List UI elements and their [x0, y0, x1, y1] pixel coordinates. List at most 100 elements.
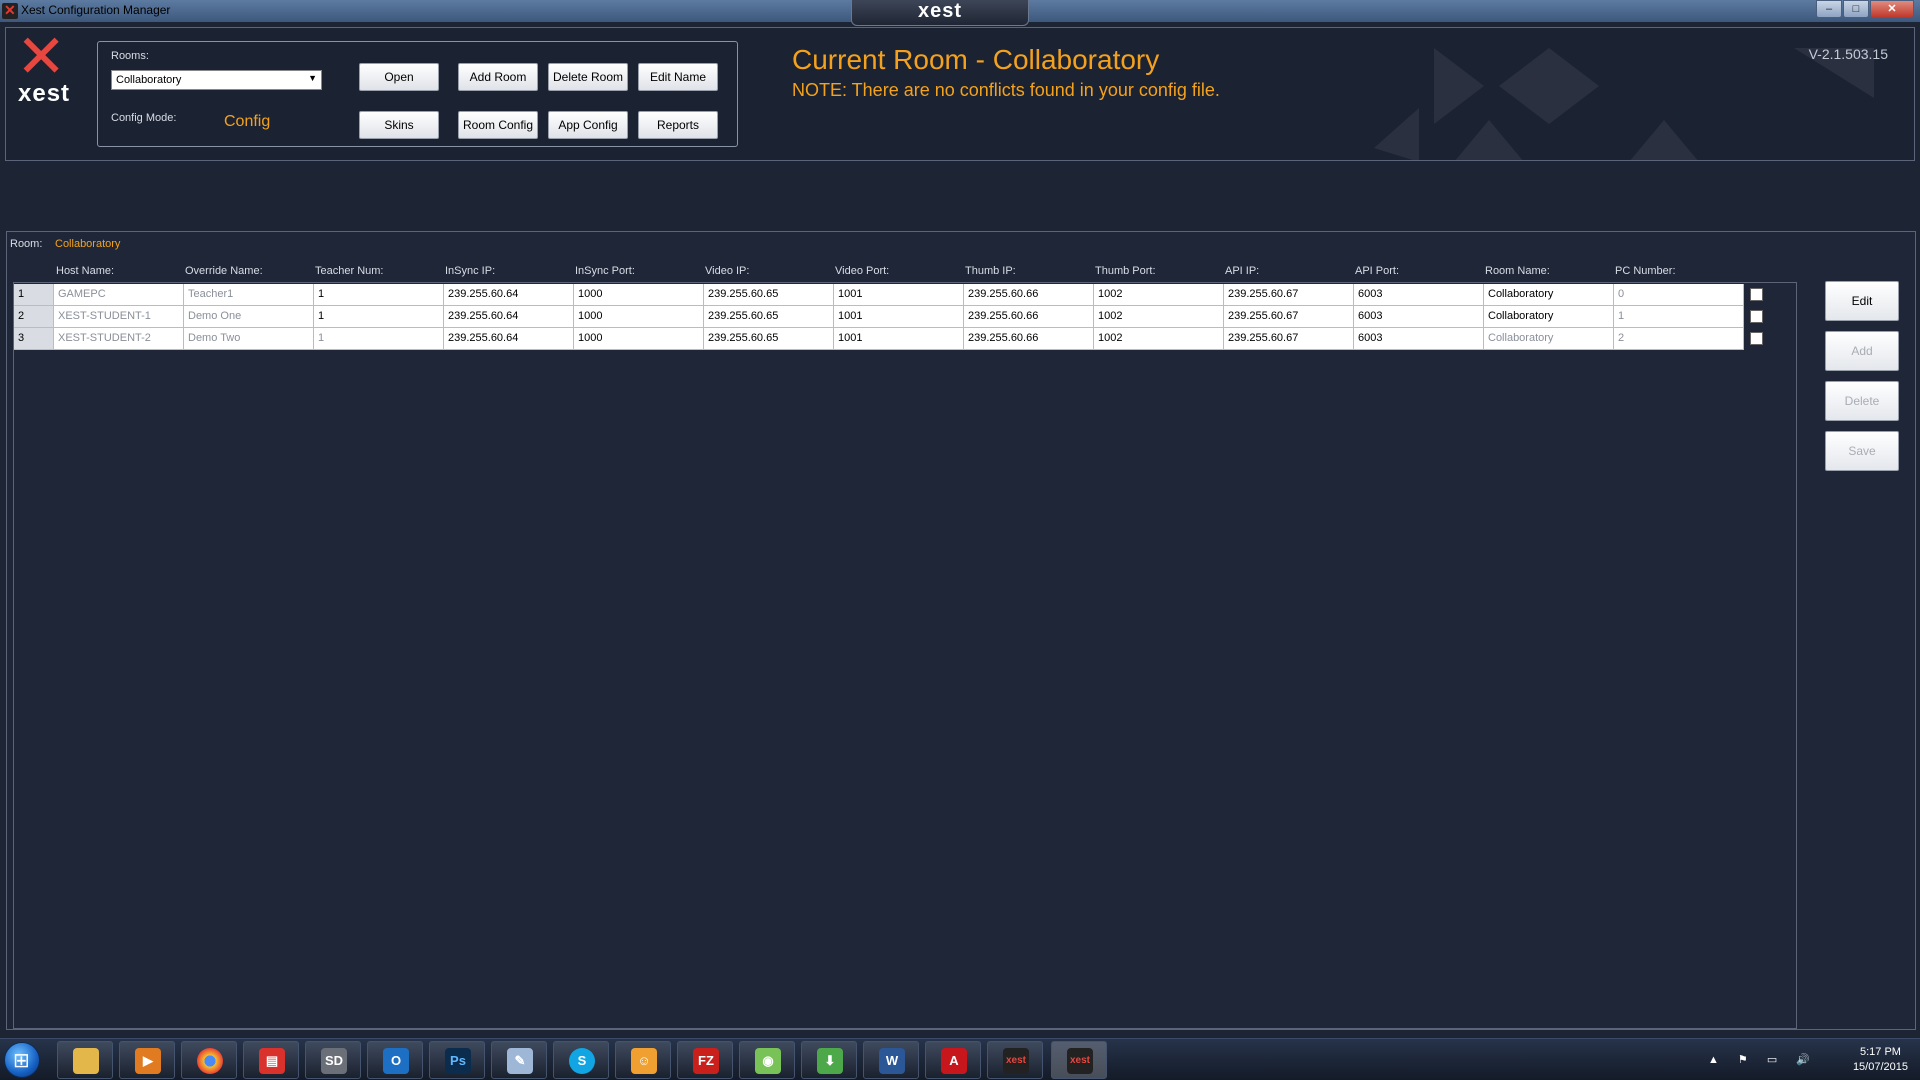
insync-port-cell[interactable]: 1000 [574, 306, 704, 328]
video-ip-cell[interactable]: 239.255.60.65 [704, 306, 834, 328]
insync-port-cell[interactable]: 1000 [574, 328, 704, 350]
app-config-button[interactable]: App Config [548, 111, 628, 139]
column-header[interactable]: Teacher Num: [315, 265, 383, 277]
api-ip-cell[interactable]: 239.255.60.67 [1224, 328, 1354, 350]
skins-button[interactable]: Skins [359, 111, 439, 139]
filezilla-icon[interactable]: FZ [677, 1041, 733, 1079]
api-port-cell[interactable]: 6003 [1354, 328, 1484, 350]
column-header[interactable]: API IP: [1225, 265, 1259, 277]
column-header[interactable]: Host Name: [56, 265, 114, 277]
thumb-port-cell[interactable]: 1002 [1094, 284, 1224, 306]
column-header[interactable]: Room Name: [1485, 265, 1550, 277]
photoshop-icon[interactable]: Ps [429, 1041, 485, 1079]
save-button[interactable]: Save [1825, 431, 1899, 471]
column-header[interactable]: Video IP: [705, 265, 749, 277]
override-name-cell[interactable]: Demo One [184, 306, 314, 328]
explorer-icon[interactable] [57, 1041, 113, 1079]
system-tray-icons[interactable]: ▲ ⚑ ▭ 🔊 [1708, 1053, 1818, 1066]
add-button[interactable]: Add [1825, 331, 1899, 371]
host-name-cell[interactable]: GAMEPC [54, 284, 184, 306]
room-name-cell[interactable]: Collaboratory [1484, 306, 1614, 328]
download-icon[interactable]: ⬇ [801, 1041, 857, 1079]
close-button[interactable]: ✕ [1870, 0, 1914, 18]
host-name-cell[interactable]: XEST-STUDENT-2 [54, 328, 184, 350]
api-ip-cell[interactable]: 239.255.60.67 [1224, 306, 1354, 328]
open-button[interactable]: Open [359, 63, 439, 91]
override-name-cell[interactable]: Demo Two [184, 328, 314, 350]
delete-button[interactable]: Delete [1825, 381, 1899, 421]
sd-tool-icon[interactable]: SD [305, 1041, 361, 1079]
insync-ip-cell[interactable]: 239.255.60.64 [444, 306, 574, 328]
sd-tool-label: SD [321, 1048, 347, 1074]
column-header[interactable]: InSync IP: [445, 265, 495, 277]
minimize-button[interactable]: – [1816, 0, 1842, 18]
reports-button[interactable]: Reports [638, 111, 718, 139]
maximize-button[interactable]: □ [1843, 0, 1869, 18]
xest-active-icon[interactable]: xest [1051, 1041, 1107, 1079]
edit-button[interactable]: Edit [1825, 281, 1899, 321]
column-header[interactable]: Override Name: [185, 265, 263, 277]
column-header[interactable]: PC Number: [1615, 265, 1676, 277]
thumb-ip-cell[interactable]: 239.255.60.66 [964, 306, 1094, 328]
video-port-cell[interactable]: 1001 [834, 328, 964, 350]
video-ip-cell[interactable]: 239.255.60.65 [704, 284, 834, 306]
xest-logo: ✕ xest [12, 28, 84, 107]
android-studio-icon[interactable]: ◉ [739, 1041, 795, 1079]
media-player-icon[interactable]: ▶ [119, 1041, 175, 1079]
room-name-cell[interactable]: Collaboratory [1484, 284, 1614, 306]
api-ip-cell[interactable]: 239.255.60.67 [1224, 284, 1354, 306]
acrobat-icon[interactable]: A [925, 1041, 981, 1079]
column-header[interactable]: Thumb Port: [1095, 265, 1156, 277]
delete-room-button[interactable]: Delete Room [548, 63, 628, 91]
video-port-cell[interactable]: 1001 [834, 306, 964, 328]
add-room-button[interactable]: Add Room [458, 63, 538, 91]
teacher-num-cell[interactable]: 1 [314, 328, 444, 350]
app-icon[interactable] [2, 2, 18, 19]
word-icon[interactable]: W [863, 1041, 919, 1079]
pdf-tool-icon[interactable]: ▤ [243, 1041, 299, 1079]
start-button[interactable] [4, 1042, 40, 1078]
skype-icon[interactable]: S [553, 1041, 609, 1079]
insync-ip-cell[interactable]: 239.255.60.64 [444, 284, 574, 306]
row-checkbox[interactable] [1750, 332, 1763, 345]
table-row[interactable]: 1 GAMEPC Teacher1 1 239.255.60.64 1000 2… [14, 284, 1744, 306]
insync-ip-cell[interactable]: 239.255.60.64 [444, 328, 574, 350]
edit-name-button[interactable]: Edit Name [638, 63, 718, 91]
column-header[interactable]: Thumb IP: [965, 265, 1016, 277]
row-checkbox[interactable] [1750, 288, 1763, 301]
room-config-button[interactable]: Room Config [458, 111, 538, 139]
insync-port-cell[interactable]: 1000 [574, 284, 704, 306]
user-app-icon[interactable]: ☺ [615, 1041, 671, 1079]
host-name-cell[interactable]: XEST-STUDENT-1 [54, 306, 184, 328]
pc-number-cell[interactable]: 1 [1614, 306, 1744, 328]
video-port-cell[interactable]: 1001 [834, 284, 964, 306]
xest-icon[interactable]: xest [987, 1041, 1043, 1079]
teacher-num-cell[interactable]: 1 [314, 284, 444, 306]
notepad-icon[interactable]: ✎ [491, 1041, 547, 1079]
outlook-icon[interactable]: O [367, 1041, 423, 1079]
column-header[interactable]: Video Port: [835, 265, 889, 277]
clock[interactable]: 5:17 PM 15/07/2015 [1853, 1045, 1908, 1075]
thumb-port-cell[interactable]: 1002 [1094, 328, 1224, 350]
thumb-ip-cell[interactable]: 239.255.60.66 [964, 328, 1094, 350]
thumb-port-cell[interactable]: 1002 [1094, 306, 1224, 328]
table-row[interactable]: 3 XEST-STUDENT-2 Demo Two 1 239.255.60.6… [14, 328, 1744, 350]
teacher-num-cell[interactable]: 1 [314, 306, 444, 328]
api-port-cell[interactable]: 6003 [1354, 306, 1484, 328]
window-titlebar[interactable]: Xest Configuration Manager xest – □ ✕ [0, 0, 1920, 26]
chrome-icon[interactable] [181, 1041, 237, 1079]
xest-label: xest [1003, 1048, 1029, 1074]
video-ip-cell[interactable]: 239.255.60.65 [704, 328, 834, 350]
column-header[interactable]: InSync Port: [575, 265, 635, 277]
table-row[interactable]: 2 XEST-STUDENT-1 Demo One 1 239.255.60.6… [14, 306, 1744, 328]
room-name-cell[interactable]: Collaboratory [1484, 328, 1614, 350]
pc-number-cell[interactable]: 2 [1614, 328, 1744, 350]
grid-room-value: Collaboratory [55, 238, 121, 250]
row-checkbox[interactable] [1750, 310, 1763, 323]
thumb-ip-cell[interactable]: 239.255.60.66 [964, 284, 1094, 306]
rooms-dropdown[interactable]: Collaboratory ▼ [111, 70, 322, 90]
api-port-cell[interactable]: 6003 [1354, 284, 1484, 306]
column-header[interactable]: API Port: [1355, 265, 1399, 277]
override-name-cell[interactable]: Teacher1 [184, 284, 314, 306]
pc-number-cell[interactable]: 0 [1614, 284, 1744, 306]
